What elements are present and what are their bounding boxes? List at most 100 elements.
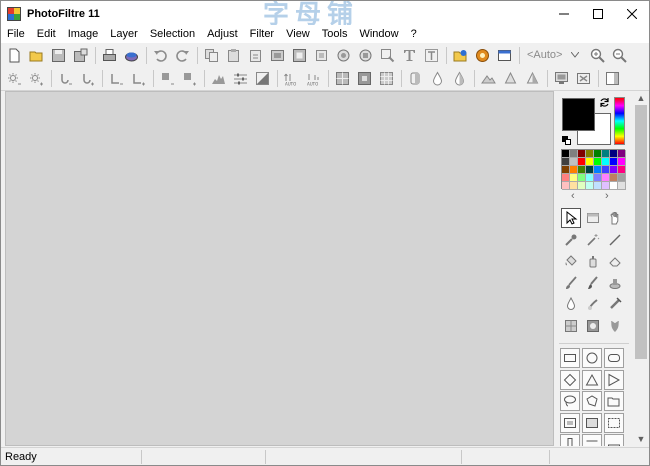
panel-scrollbar[interactable]: ▲ ▼ — [633, 91, 649, 446]
horizontal-shape[interactable] — [582, 434, 602, 446]
palette-swatch[interactable] — [570, 158, 578, 166]
scroll-up-icon[interactable]: ▲ — [633, 91, 649, 105]
red-eye-tool[interactable] — [605, 316, 625, 336]
soften-button[interactable] — [523, 69, 542, 88]
palette-swatch[interactable] — [602, 174, 610, 182]
automate-button[interactable] — [451, 46, 470, 65]
palette-swatch[interactable] — [610, 174, 618, 182]
blur-button[interactable] — [406, 69, 425, 88]
palette-swatch[interactable] — [610, 182, 618, 190]
palette-swatch[interactable] — [562, 150, 570, 158]
brush-tool[interactable] — [561, 273, 581, 293]
workspace-canvas[interactable] — [5, 91, 554, 446]
layer-manager-tool[interactable] — [583, 208, 603, 228]
zoom-in-button[interactable] — [588, 46, 607, 65]
clone-tool[interactable] — [583, 316, 603, 336]
menu-selection[interactable]: Selection — [144, 25, 201, 43]
open-button[interactable] — [27, 46, 46, 65]
palette-swatch[interactable] — [570, 182, 578, 190]
save-as-button[interactable] — [71, 46, 90, 65]
palette-swatch[interactable] — [562, 158, 570, 166]
undo-button[interactable] — [151, 46, 170, 65]
palette-swatch[interactable] — [618, 182, 626, 190]
menu-help[interactable]: ? — [405, 25, 423, 43]
contrast-minus-button[interactable] — [56, 69, 75, 88]
palette-swatch[interactable] — [586, 150, 594, 158]
palette-prev-icon[interactable]: ‹ — [571, 190, 575, 202]
palette-swatch[interactable] — [578, 158, 586, 166]
palette-swatch[interactable] — [610, 166, 618, 174]
new-button[interactable] — [5, 46, 24, 65]
swap-colors-icon[interactable] — [599, 97, 610, 108]
zoom-out-button[interactable] — [610, 46, 629, 65]
palette-swatch[interactable] — [570, 150, 578, 158]
palette-swatch[interactable] — [602, 150, 610, 158]
menu-edit[interactable]: Edit — [31, 25, 62, 43]
texture-button[interactable] — [501, 69, 520, 88]
menu-adjust[interactable]: Adjust — [201, 25, 244, 43]
palette-swatch[interactable] — [562, 182, 570, 190]
triangle-right-shape[interactable] — [604, 369, 624, 390]
shadow-minus-button[interactable] — [158, 69, 177, 88]
canvas-size-button[interactable] — [290, 46, 309, 65]
palette-swatch[interactable] — [618, 166, 626, 174]
pattern-tool[interactable] — [561, 316, 581, 336]
emboss-button[interactable] — [479, 69, 498, 88]
auto-levels-button[interactable]: AUTO — [282, 69, 301, 88]
fill-tool[interactable] — [561, 251, 581, 271]
diamond-shape[interactable] — [560, 369, 580, 390]
menu-filter[interactable]: Filter — [244, 25, 280, 43]
rounded-rect-shape[interactable] — [604, 348, 624, 368]
plugins-button[interactable] — [473, 46, 492, 65]
palette-swatch[interactable] — [618, 150, 626, 158]
palette-swatch[interactable] — [602, 182, 610, 190]
palette-swatch[interactable] — [562, 174, 570, 182]
smudge-tool[interactable] — [583, 294, 603, 314]
magic-wand-tool[interactable] — [583, 230, 603, 250]
palette-swatch[interactable] — [578, 166, 586, 174]
palette-next-icon[interactable]: › — [605, 190, 609, 202]
palette-swatch[interactable] — [578, 150, 586, 158]
close-button[interactable] — [615, 1, 649, 26]
grid-filter-3-button[interactable] — [377, 69, 396, 88]
deformation-tool[interactable] — [605, 294, 625, 314]
palette-swatch[interactable] — [594, 150, 602, 158]
spray-tool[interactable] — [583, 251, 603, 271]
pipette-tool[interactable] — [561, 230, 581, 250]
palette-swatch[interactable] — [570, 166, 578, 174]
polygon-shape[interactable] — [582, 391, 602, 411]
palette-swatch[interactable] — [594, 158, 602, 166]
sharpen-more-button[interactable] — [450, 69, 469, 88]
select-tool[interactable] — [561, 208, 581, 228]
redo-button[interactable] — [173, 46, 192, 65]
menu-image[interactable]: Image — [62, 25, 105, 43]
palette-swatch[interactable] — [586, 182, 594, 190]
balance-button[interactable] — [231, 69, 250, 88]
text-button[interactable] — [400, 46, 419, 65]
minimize-button[interactable] — [547, 1, 581, 26]
color-spectrum[interactable] — [614, 97, 625, 145]
palette-swatch[interactable] — [618, 174, 626, 182]
maximize-button[interactable] — [581, 1, 615, 26]
vertical-shape[interactable] — [560, 434, 580, 446]
foreground-color[interactable] — [562, 98, 595, 131]
saturation-plus-button[interactable] — [129, 69, 148, 88]
presentation-button[interactable] — [552, 69, 571, 88]
palette-swatch[interactable] — [594, 166, 602, 174]
module-button[interactable] — [495, 46, 514, 65]
tools-button[interactable] — [574, 69, 593, 88]
auto-crop-button[interactable] — [334, 46, 353, 65]
menu-file[interactable]: File — [1, 25, 31, 43]
brightness-minus-button[interactable] — [5, 69, 24, 88]
scroll-down-icon[interactable]: ▼ — [633, 432, 649, 446]
rectangle-shape[interactable] — [560, 348, 580, 368]
palette-swatch[interactable] — [602, 166, 610, 174]
grid-filter-2-button[interactable] — [355, 69, 374, 88]
palette-swatch[interactable] — [618, 158, 626, 166]
frame-shape[interactable] — [560, 412, 580, 433]
eraser-tool[interactable] — [605, 251, 625, 271]
palette-swatch[interactable] — [586, 174, 594, 182]
line-tool[interactable] — [605, 230, 625, 250]
palette-swatch[interactable] — [610, 158, 618, 166]
palette-swatch[interactable] — [586, 166, 594, 174]
